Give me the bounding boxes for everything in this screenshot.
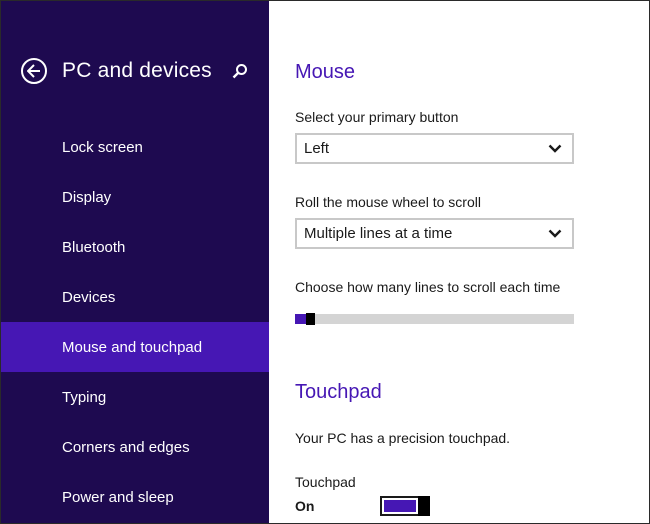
sidebar-nav: Lock screen Display Bluetooth Devices Mo… (1, 122, 269, 522)
sidebar-item-devices[interactable]: Devices (1, 272, 269, 322)
touchpad-toggle[interactable] (380, 496, 430, 516)
sidebar-title: PC and devices (62, 59, 212, 82)
sidebar-item-power-and-sleep[interactable]: Power and sleep (1, 472, 269, 522)
primary-button-label: Select your primary button (295, 109, 459, 125)
lines-label: Choose how many lines to scroll each tim… (295, 279, 561, 295)
sidebar-item-bluetooth[interactable]: Bluetooth (1, 222, 269, 272)
slider-fill (295, 314, 306, 324)
main-content: Mouse Select your primary button Left Ro… (269, 1, 649, 523)
mouse-section-title: Mouse (295, 61, 356, 83)
toggle-track (384, 500, 416, 512)
lines-slider[interactable] (295, 313, 574, 325)
sidebar-item-mouse-and-touchpad[interactable]: Mouse and touchpad (1, 322, 269, 372)
sidebar-item-label: Devices (62, 288, 116, 306)
toggle-knob (418, 496, 430, 516)
scroll-dropdown[interactable]: Multiple lines at a time (295, 218, 574, 249)
primary-button-value: Left (304, 140, 330, 157)
sidebar-item-label: Lock screen (62, 138, 143, 156)
sidebar-item-display[interactable]: Display (1, 172, 269, 222)
sidebar-item-lock-screen[interactable]: Lock screen (1, 122, 269, 172)
sidebar-item-label: Corners and edges (62, 438, 190, 456)
back-arrow-icon[interactable] (21, 58, 47, 84)
settings-window: PC and devices Lock screen Display Bluet… (0, 0, 650, 524)
scroll-label: Roll the mouse wheel to scroll (295, 194, 481, 210)
scroll-value: Multiple lines at a time (304, 225, 453, 242)
sidebar: PC and devices Lock screen Display Bluet… (1, 1, 269, 523)
sidebar-item-label: Bluetooth (62, 238, 126, 256)
touchpad-section-title: Touchpad (295, 381, 382, 403)
touchpad-description: Your PC has a precision touchpad. (295, 430, 511, 446)
sidebar-item-corners-and-edges[interactable]: Corners and edges (1, 422, 269, 472)
sidebar-item-label: Display (62, 188, 112, 206)
touchpad-toggle-state: On (295, 498, 315, 514)
chevron-down-icon (548, 229, 562, 238)
sidebar-item-label: Mouse and touchpad (62, 338, 203, 356)
sidebar-item-label: Typing (62, 388, 107, 406)
primary-button-dropdown[interactable]: Left (295, 133, 574, 164)
chevron-down-icon (548, 144, 562, 153)
slider-thumb[interactable] (306, 313, 315, 325)
touchpad-toggle-label: Touchpad (295, 474, 356, 490)
sidebar-item-label: Power and sleep (62, 488, 174, 506)
sidebar-item-typing[interactable]: Typing (1, 372, 269, 422)
search-icon[interactable] (231, 63, 249, 81)
